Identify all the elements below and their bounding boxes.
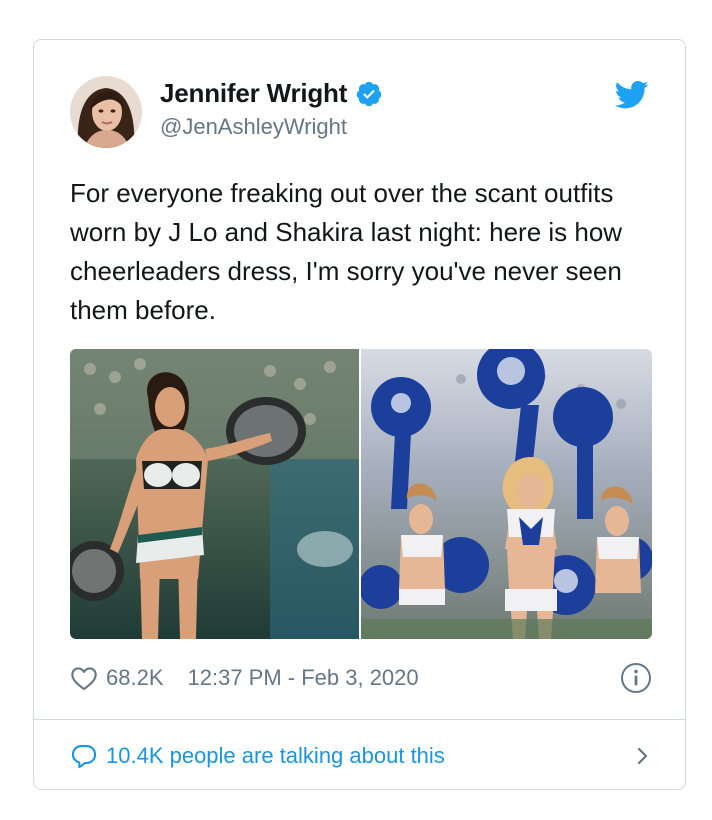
tweet-meta-row: 68.2K 12:37 PM - Feb 3, 2020 (70, 662, 652, 694)
conversation-link[interactable]: 10.4K people are talking about this (70, 740, 652, 772)
info-icon[interactable] (620, 662, 652, 694)
twitter-bird-icon[interactable] (614, 80, 649, 110)
media-photo-right[interactable] (361, 349, 652, 639)
media-photo-left[interactable] (70, 349, 359, 639)
conversation-count-text[interactable]: 10.4K people are talking about this (106, 743, 445, 769)
tweet-text: For everyone freaking out over the scant… (70, 178, 623, 325)
like-count[interactable]: 68.2K (106, 665, 164, 691)
verified-badge-icon (355, 80, 383, 108)
speech-bubble-icon (70, 743, 98, 769)
author-display-name[interactable]: Jennifer Wright (160, 78, 347, 109)
heart-icon[interactable] (70, 665, 98, 691)
author-name-row[interactable]: Jennifer Wright (160, 78, 383, 109)
chevron-right-icon[interactable] (634, 743, 652, 769)
avatar[interactable] (70, 76, 142, 148)
tweet-card[interactable]: Jennifer Wright @JenAshleyWright For eve… (33, 39, 686, 790)
author-handle[interactable]: @JenAshleyWright (160, 114, 347, 140)
tweet-timestamp[interactable]: 12:37 PM - Feb 3, 2020 (188, 665, 419, 691)
tweet-media[interactable] (70, 349, 652, 639)
card-divider (34, 719, 685, 720)
